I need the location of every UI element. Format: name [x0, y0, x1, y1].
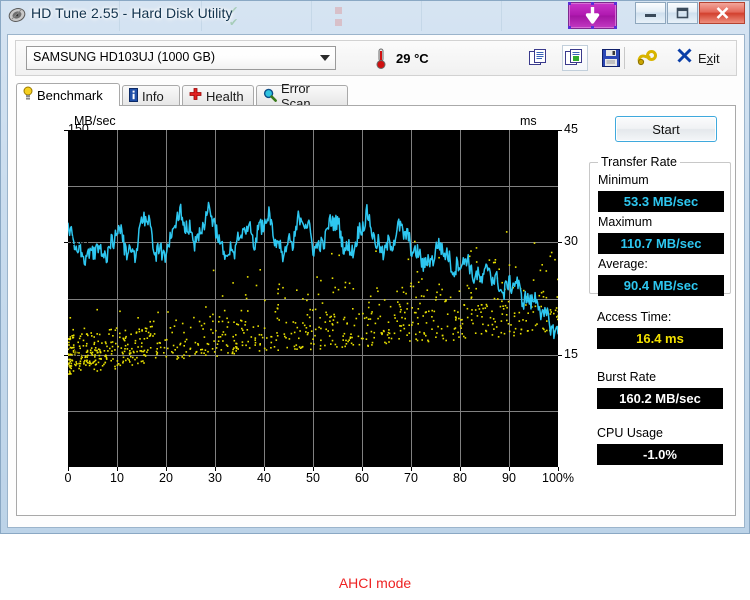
chart-canvas [68, 130, 558, 467]
tab-strip: Benchmark Info Health Error Scan [16, 81, 736, 111]
application-window: ✔ ✔ HD Tune 2.55 - Hard Disk Utility SAM… [0, 0, 750, 534]
chart-xtick-mark [68, 467, 69, 471]
chart-y2tick-30: 30 [564, 234, 578, 249]
chart-xtick-mark [509, 467, 510, 471]
title-bar: ✔ ✔ HD Tune 2.55 - Hard Disk Utility [1, 1, 749, 31]
transfer-rate-group: Transfer Rate Minimum 53.3 MB/sec Maximu… [589, 155, 731, 296]
results-panel: Start Transfer Rate Minimum 53.3 MB/sec … [589, 114, 731, 504]
close-x-icon [676, 47, 693, 69]
tab-benchmark[interactable]: Benchmark [16, 83, 120, 106]
minimum-label: Minimum [598, 173, 649, 187]
start-button[interactable]: Start [615, 116, 717, 142]
cpu-usage-label: CPU Usage [597, 426, 663, 440]
minimize-button[interactable] [635, 2, 666, 24]
magnifier-icon [263, 88, 277, 105]
drive-select[interactable]: SAMSUNG HD103UJ (1000 GB) [26, 46, 336, 70]
bottom-note: AHCI mode [338, 575, 412, 591]
chart-ytick-mark [64, 130, 68, 131]
minimum-value: 53.3 MB/sec [598, 191, 724, 212]
maximum-value: 110.7 MB/sec [598, 233, 724, 254]
chart-xtick-100: 100% [542, 471, 574, 485]
drive-select-value: SAMSUNG HD103UJ (1000 GB) [33, 50, 216, 64]
chart-xtick-mark [362, 467, 363, 471]
chart-xtick-40: 40 [257, 471, 271, 485]
chart-xtick-10: 10 [110, 471, 124, 485]
average-label: Average: [598, 257, 648, 271]
chevron-down-icon [320, 55, 330, 61]
info-icon [129, 87, 138, 105]
chart-y2-axis-unit: ms [520, 114, 537, 128]
tab-error-scan[interactable]: Error Scan [256, 81, 348, 111]
chart-xtick-70: 70 [404, 471, 418, 485]
chart-ytick-mark [64, 355, 68, 356]
chart-xtick-30: 30 [208, 471, 222, 485]
access-time-label: Access Time: [597, 310, 672, 324]
tab-info[interactable]: Info [122, 85, 180, 106]
chart-xtick-mark [411, 467, 412, 471]
maximum-label: Maximum [598, 215, 653, 229]
cpu-usage-value: -1.0% [597, 444, 723, 465]
bulb-icon [23, 86, 33, 104]
copy-icon[interactable] [526, 45, 552, 71]
harddisk-icon [8, 6, 26, 24]
benchmark-chart: MB/sec ms 501001501530450102030405060708… [64, 114, 578, 485]
client-area: SAMSUNG HD103UJ (1000 GB) 29 °C Exit Ben… [7, 34, 745, 528]
options-icon[interactable] [634, 45, 660, 71]
chart-xtick-mark [460, 467, 461, 471]
chart-xtick-60: 60 [355, 471, 369, 485]
exit-label: Exit [698, 50, 720, 66]
copy-screenshot-icon[interactable] [562, 45, 588, 71]
maximize-button[interactable] [667, 2, 698, 24]
red-cross-icon [189, 88, 202, 104]
exit-button[interactable]: Exit [676, 47, 720, 69]
transfer-rate-group-title: Transfer Rate [598, 155, 680, 169]
chart-y2tick-mark [558, 130, 562, 131]
chart-plot-area [68, 130, 558, 467]
toolbar-separator [624, 47, 625, 69]
download-arrow-badge[interactable] [568, 2, 617, 29]
tab-benchmark-label: Benchmark [37, 87, 103, 103]
average-value: 90.4 MB/sec [598, 275, 724, 296]
close-button[interactable] [699, 2, 745, 24]
tab-info-label: Info [142, 88, 164, 104]
tab-health-label: Health [206, 88, 244, 104]
chart-ytick-mark [64, 242, 68, 243]
chart-xtick-20: 20 [159, 471, 173, 485]
window-title: HD Tune 2.55 - Hard Disk Utility [31, 5, 233, 21]
access-time-value: 16.4 ms [597, 328, 723, 349]
chart-xtick-mark [313, 467, 314, 471]
burst-rate-label: Burst Rate [597, 370, 657, 384]
chart-xtick-mark [264, 467, 265, 471]
temperature-value: 29 °C [396, 51, 429, 66]
chart-y2tick-45: 45 [564, 122, 578, 136]
chart-xtick-50: 50 [306, 471, 320, 485]
chart-y2tick-15: 15 [564, 346, 578, 361]
chart-xtick-mark [558, 467, 559, 471]
chart-xtick-mark [215, 467, 216, 471]
toolbar: SAMSUNG HD103UJ (1000 GB) 29 °C Exit [15, 40, 737, 76]
chart-y2tick-mark [558, 242, 562, 243]
tab-health[interactable]: Health [182, 85, 254, 106]
benchmark-panel: MB/sec ms 501001501530450102030405060708… [16, 106, 736, 516]
save-icon[interactable] [598, 45, 624, 71]
burst-rate-value: 160.2 MB/sec [597, 388, 723, 409]
chart-xtick-0: 0 [64, 471, 72, 485]
chart-xtick-mark [166, 467, 167, 471]
chart-xtick-mark [117, 467, 118, 471]
chart-y2tick-mark [558, 355, 562, 356]
caption-button-group [635, 2, 745, 25]
chart-xtick-80: 80 [453, 471, 467, 485]
chart-xtick-90: 90 [502, 471, 516, 485]
thermometer-icon [374, 48, 388, 70]
